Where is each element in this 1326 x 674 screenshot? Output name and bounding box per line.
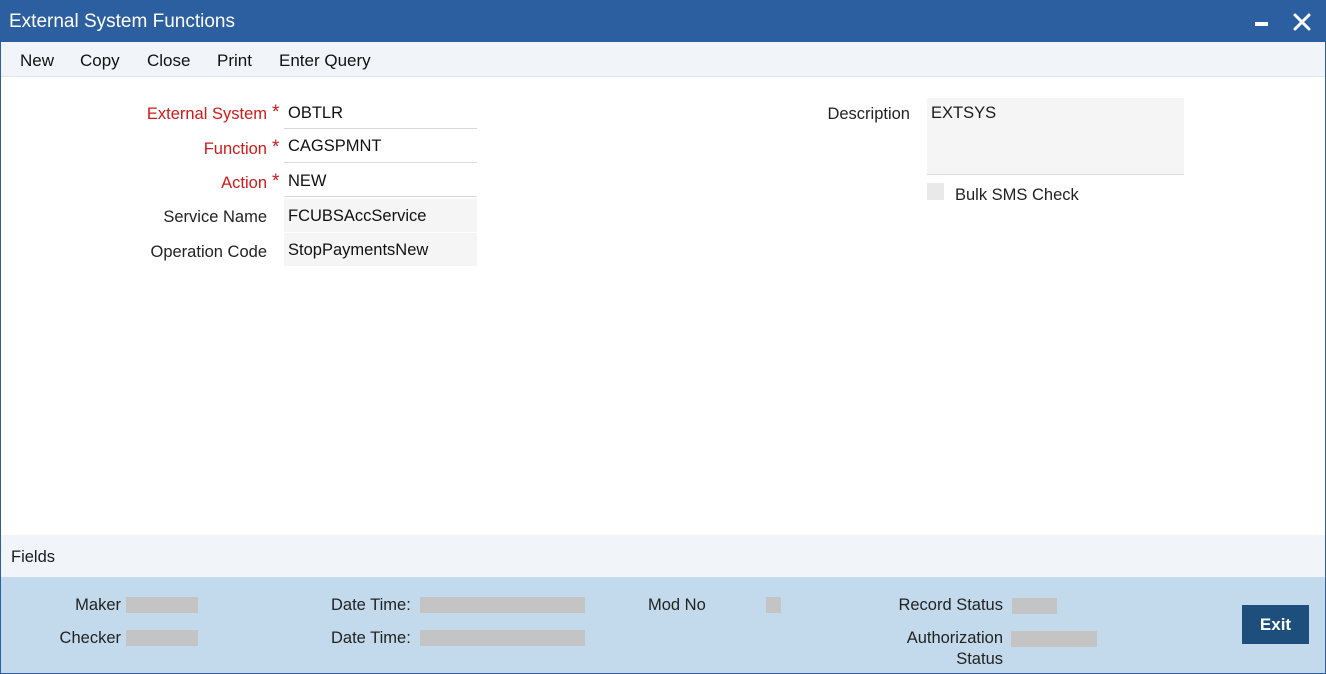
external-system-label: External System: [146, 105, 267, 123]
action-label: Action: [221, 174, 267, 192]
bulk-sms-checkbox[interactable]: [927, 183, 944, 200]
maker-value: [126, 597, 198, 613]
bulk-sms-label: Bulk SMS Check: [955, 186, 1079, 204]
function-field[interactable]: CAGSPMNT: [284, 131, 477, 163]
close-icon[interactable]: [1289, 7, 1315, 35]
external-system-functions-window: External System Functions New Copy Close…: [0, 0, 1326, 674]
service-name-field: FCUBSAccService: [284, 199, 477, 232]
record-status-value: [1012, 598, 1057, 614]
mod-no-value: [766, 597, 781, 613]
maker-date-time-label: Date Time:: [331, 596, 411, 614]
external-system-field[interactable]: OBTLR: [284, 96, 477, 129]
title-bar: External System Functions: [1, 1, 1325, 42]
checker-date-time-label: Date Time:: [331, 629, 411, 647]
menu-print[interactable]: Print: [217, 51, 252, 71]
toolbar-menu: New Copy Close Print Enter Query: [1, 42, 1325, 77]
checker-value: [126, 630, 198, 646]
menu-close[interactable]: Close: [147, 51, 190, 71]
audit-footer: [1, 577, 1325, 673]
authorization-label: Authorization: [906, 629, 1003, 647]
exit-button[interactable]: Exit: [1242, 605, 1309, 644]
maker-date-time-value: [420, 597, 585, 613]
checker-label: Checker: [59, 629, 121, 647]
window-title: External System Functions: [9, 11, 235, 32]
menu-new[interactable]: New: [20, 51, 54, 71]
operation-code-field: StopPaymentsNew: [284, 233, 477, 266]
description-label: Description: [827, 105, 910, 123]
authorization-status-value: [1011, 631, 1097, 647]
required-marker: *: [272, 171, 280, 192]
menu-copy[interactable]: Copy: [80, 51, 120, 71]
mod-no-label: Mod No: [648, 596, 706, 614]
fields-section[interactable]: Fields: [1, 535, 1325, 577]
function-label: Function: [203, 140, 267, 158]
minimize-icon[interactable]: [1249, 7, 1275, 35]
description-field[interactable]: EXTSYS: [927, 98, 1184, 175]
action-field[interactable]: NEW: [284, 165, 477, 197]
record-status-label: Record Status: [898, 596, 1003, 614]
maker-label: Maker: [75, 596, 121, 614]
fields-link[interactable]: Fields: [11, 548, 55, 567]
required-marker: *: [272, 137, 280, 158]
operation-code-label: Operation Code: [150, 243, 268, 261]
authorization-status-label: Status: [956, 650, 1003, 668]
menu-enter-query[interactable]: Enter Query: [279, 51, 371, 71]
checker-date-time-value: [420, 630, 585, 646]
required-marker: *: [272, 102, 280, 123]
service-name-label: Service Name: [163, 208, 267, 226]
